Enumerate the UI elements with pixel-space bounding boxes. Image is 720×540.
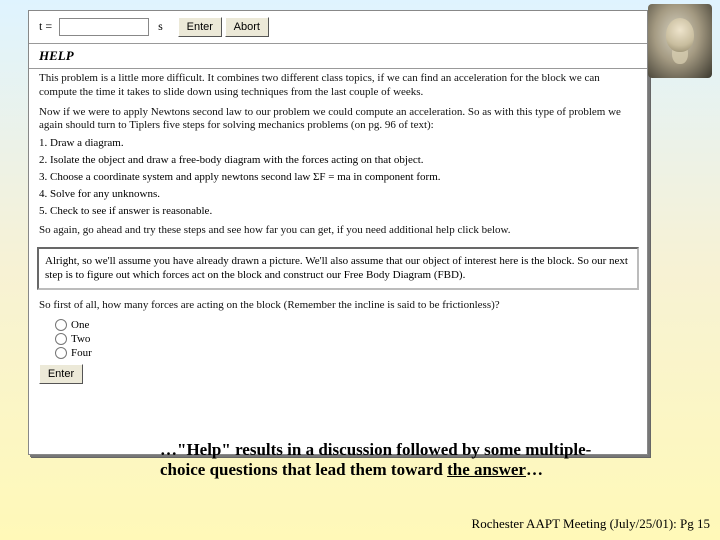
- t-unit: s: [158, 19, 163, 33]
- mc-label: Four: [71, 347, 92, 359]
- help-para-3: So again, go ahead and try these steps a…: [29, 221, 647, 241]
- mc-option-two[interactable]: Two: [55, 332, 637, 346]
- mc-question: So first of all, how many forces are act…: [29, 296, 647, 316]
- mc-options: One Two Four: [29, 316, 647, 360]
- step-1: 1. Draw a diagram.: [29, 136, 647, 153]
- caption-underline: the answer: [447, 460, 526, 479]
- radio-four[interactable]: [55, 347, 67, 359]
- mc-enter-button[interactable]: Enter: [39, 364, 83, 384]
- step-5: 5. Check to see if answer is reasonable.: [29, 204, 647, 221]
- step-4: 4. Solve for any unknowns.: [29, 187, 647, 204]
- abort-button[interactable]: Abort: [225, 17, 269, 37]
- mc-label: One: [71, 319, 89, 331]
- slide-footer: Rochester AAPT Meeting (July/25/01): Pg …: [472, 516, 710, 532]
- mc-option-four[interactable]: Four: [55, 346, 637, 360]
- help-para-2: Now if we were to apply Newtons second l…: [29, 103, 647, 137]
- t-input[interactable]: [59, 18, 149, 36]
- problem-panel: t = s Enter Abort HELP This problem is a…: [28, 10, 648, 455]
- hint-box: Alright, so we'll assume you have alread…: [37, 247, 639, 291]
- mc-label: Two: [71, 333, 90, 345]
- t-label: t =: [39, 19, 52, 33]
- radio-one[interactable]: [55, 319, 67, 331]
- radio-two[interactable]: [55, 333, 67, 345]
- slide-caption: …"Help" results in a discussion followed…: [160, 440, 630, 481]
- enter-button[interactable]: Enter: [178, 17, 222, 37]
- step-3: 3. Choose a coordinate system and apply …: [29, 170, 647, 187]
- caption-post: …: [526, 460, 543, 479]
- help-para-1: This problem is a little more difficult.…: [29, 69, 647, 103]
- socrates-portrait: [648, 4, 712, 78]
- help-heading: HELP: [29, 44, 647, 66]
- mc-option-one[interactable]: One: [55, 318, 637, 332]
- answer-row: t = s Enter Abort: [29, 11, 647, 41]
- step-2: 2. Isolate the object and draw a free-bo…: [29, 153, 647, 170]
